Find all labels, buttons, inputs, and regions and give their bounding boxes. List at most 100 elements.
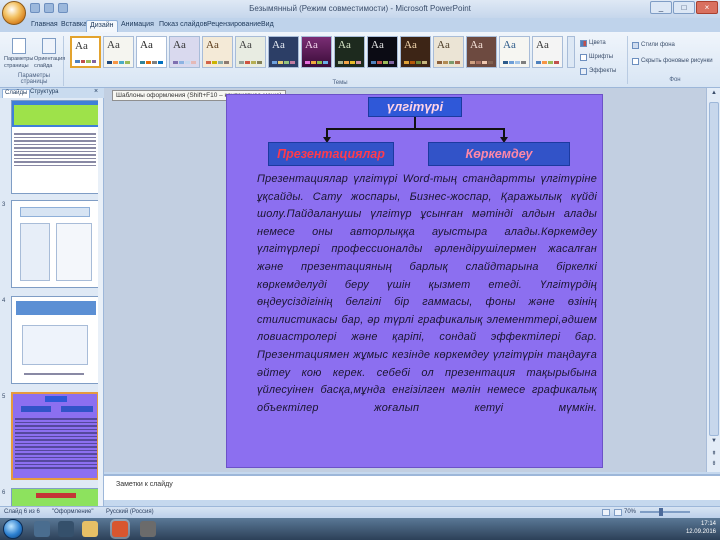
- slide-number: 5: [2, 394, 6, 400]
- maximize-button[interactable]: □: [673, 1, 695, 14]
- theme-tile[interactable]: Aa: [499, 36, 530, 68]
- clock-date: 12.09.2016: [685, 529, 716, 535]
- language-indicator[interactable]: Русский (Россия): [106, 509, 154, 515]
- hide-background-checkbox[interactable]: Скрыть фоновые рисунки: [632, 56, 713, 66]
- fonts-label: Шрифты: [589, 54, 614, 60]
- window-title: Безымянный (Режим совместимости) - Micro…: [249, 4, 471, 13]
- theme-tile[interactable]: Aa: [532, 36, 563, 68]
- zoom-slider[interactable]: [640, 511, 690, 513]
- theme-tile[interactable]: Aa: [136, 36, 167, 68]
- theme-sample: Aa: [107, 39, 120, 51]
- previous-slide-icon[interactable]: ⇞: [709, 450, 719, 459]
- colors-label: Цвета: [589, 40, 606, 46]
- theme-sample: Aa: [272, 39, 285, 51]
- theme-fonts-button[interactable]: Шрифты: [580, 52, 613, 62]
- slide-title-box[interactable]: үлгітүрі: [368, 97, 462, 117]
- zoom-level[interactable]: 70%: [624, 509, 636, 515]
- theme-tile[interactable]: Aa: [70, 36, 101, 68]
- theme-options: Цвета Шрифты Эффекты: [580, 36, 628, 84]
- theme-sample: Aa: [536, 39, 549, 51]
- page-setup-label[interactable]: Параметры страницы: [4, 56, 34, 70]
- status-bar: Слайд 6 из 6 "Оформление" Русский (Росси…: [0, 506, 720, 518]
- theme-effects-button[interactable]: Эффекты: [580, 66, 616, 76]
- theme-colors-button[interactable]: Цвета: [580, 38, 606, 48]
- orientation-label[interactable]: Ориентация слайда: [34, 56, 65, 70]
- slide-thumbnail[interactable]: [11, 296, 99, 384]
- app-icon[interactable]: [140, 521, 156, 537]
- tab-slides[interactable]: Слайды: [2, 89, 31, 98]
- zoom-slider-handle[interactable]: [659, 508, 663, 516]
- tab-animation[interactable]: Анимация: [118, 20, 157, 29]
- theme-sample: Aa: [503, 39, 516, 51]
- slide-orientation-icon[interactable]: [42, 38, 56, 54]
- theme-sample: Aa: [140, 39, 153, 51]
- slide-counter: Слайд 6 из 6: [4, 509, 40, 515]
- slide-thumbnails: 3 4 5 6: [0, 98, 104, 506]
- themes-gallery-scroll[interactable]: [567, 36, 575, 68]
- design-box[interactable]: Көркемдеу: [428, 142, 570, 166]
- theme-sample: Aa: [470, 39, 483, 51]
- slide-body-text[interactable]: Презентациялар үлгітүрі Word-тың стандар…: [257, 171, 597, 461]
- background-styles-icon: [632, 41, 639, 49]
- tab-review[interactable]: Рецензирование: [204, 20, 264, 29]
- background-styles-button[interactable]: Стили фона: [632, 40, 675, 50]
- theme-tile[interactable]: Aa: [334, 36, 365, 68]
- slide-thumbnail[interactable]: [11, 200, 99, 288]
- theme-tile[interactable]: Aa: [103, 36, 134, 68]
- theme-tile[interactable]: Aa: [466, 36, 497, 68]
- scroll-up-icon[interactable]: ▲: [709, 90, 719, 99]
- theme-sample: Aa: [305, 39, 318, 51]
- theme-tile[interactable]: Aa: [301, 36, 332, 68]
- slides-panel-scrollbar[interactable]: [98, 98, 103, 506]
- theme-tile[interactable]: Aa: [433, 36, 464, 68]
- theme-sample: Aa: [437, 39, 450, 51]
- ie-icon[interactable]: [34, 521, 50, 537]
- theme-tile[interactable]: Aa: [202, 36, 233, 68]
- hide-background-label: Скрыть фоновые рисунки: [641, 58, 713, 64]
- theme-tile[interactable]: Aa: [169, 36, 200, 68]
- current-slide[interactable]: үлгітүрі Презентациялар Көркемдеу Презен…: [226, 94, 603, 468]
- theme-name: "Оформление": [52, 509, 94, 515]
- slides-panel: Слайды Структура × 3 4 5 6: [0, 88, 104, 506]
- vertical-scrollbar[interactable]: ▲ ▼ ⇞ ⇟: [706, 88, 720, 472]
- close-panel-icon[interactable]: ×: [94, 88, 98, 95]
- media-icon[interactable]: [58, 521, 74, 537]
- minimize-button[interactable]: _: [650, 1, 672, 14]
- theme-tile[interactable]: Aa: [268, 36, 299, 68]
- theme-sample: Aa: [239, 39, 252, 51]
- slide-number: 4: [2, 298, 6, 304]
- theme-tile[interactable]: Aa: [367, 36, 398, 68]
- normal-view-icon[interactable]: [602, 509, 610, 516]
- title-bar: Безымянный (Режим совместимости) - Micro…: [0, 0, 720, 25]
- powerpoint-icon[interactable]: [112, 521, 128, 537]
- office-button[interactable]: [2, 1, 26, 25]
- slide-thumbnail[interactable]: [11, 100, 99, 194]
- theme-sample: Aa: [173, 39, 186, 51]
- notes-placeholder: Заметки к слайду: [116, 481, 173, 488]
- scroll-thumb[interactable]: [709, 102, 719, 436]
- slide-thumbnail-selected[interactable]: [11, 392, 99, 480]
- page-setup-icon[interactable]: [12, 38, 26, 54]
- tab-outline[interactable]: Структура: [28, 89, 60, 95]
- theme-sample: Aa: [371, 39, 384, 51]
- slide-thumbnail[interactable]: [11, 488, 99, 506]
- start-button[interactable]: [3, 519, 23, 539]
- tab-design[interactable]: Дизайн: [86, 20, 118, 32]
- next-slide-icon[interactable]: ⇟: [709, 460, 719, 469]
- notes-pane[interactable]: Заметки к слайду: [104, 474, 720, 500]
- theme-tile[interactable]: Aa: [235, 36, 266, 68]
- theme-tile[interactable]: Aa: [400, 36, 431, 68]
- system-tray: 17:14 12.09.2016: [686, 520, 716, 536]
- window-controls: _ □ ×: [650, 1, 718, 14]
- close-button[interactable]: ×: [696, 1, 718, 14]
- page-setup-group: Параметры страницы Ориентация слайда Пар…: [4, 36, 65, 86]
- page-setup-group-label: Параметры страницы: [18, 73, 50, 85]
- tab-slideshow[interactable]: Показ слайдов: [156, 20, 210, 29]
- slide-sorter-icon[interactable]: [614, 509, 622, 516]
- tab-home[interactable]: Главная: [28, 20, 61, 29]
- presentations-box[interactable]: Презентациялар: [268, 142, 394, 166]
- folder-icon[interactable]: [82, 521, 98, 537]
- tab-view[interactable]: Вид: [258, 20, 277, 29]
- scroll-down-icon[interactable]: ▼: [709, 438, 719, 447]
- powerpoint-window: Безымянный (Режим совместимости) - Micro…: [0, 0, 720, 525]
